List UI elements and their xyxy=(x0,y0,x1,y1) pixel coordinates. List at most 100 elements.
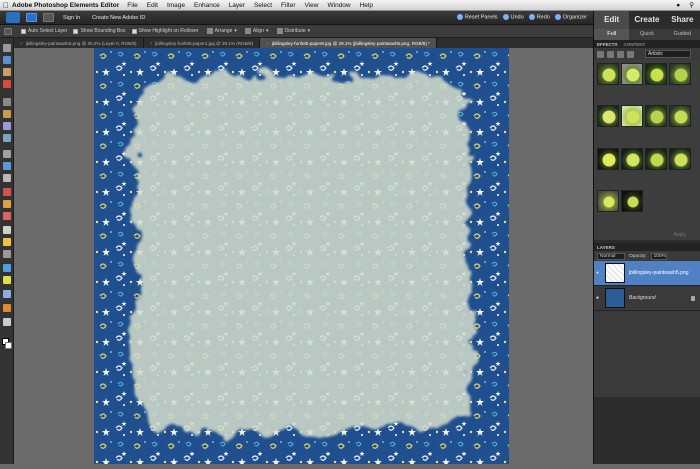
arrange-button[interactable]: Arrange ▾ xyxy=(206,28,237,34)
zoom-tool-icon[interactable] xyxy=(3,56,11,64)
apple-icon[interactable]:  xyxy=(0,1,12,10)
paint-bucket-tool-icon[interactable] xyxy=(3,264,11,272)
magic-wand-tool-icon[interactable] xyxy=(3,122,11,130)
home-screen-icon[interactable] xyxy=(26,13,37,22)
workspace-layout-icon[interactable] xyxy=(43,13,54,22)
menu-enhance[interactable]: Enhance xyxy=(194,2,220,9)
tab-paintwash5[interactable]: × jbillingsley-paintwash5.png @ 30.2% (La… xyxy=(14,38,144,48)
clone-stamp-tool-icon[interactable] xyxy=(3,212,11,220)
menu-window[interactable]: Window xyxy=(327,2,350,9)
menu-layer[interactable]: Layer xyxy=(229,2,245,9)
effect-thumbnail[interactable] xyxy=(645,147,667,170)
effect-thumbnail[interactable] xyxy=(669,105,691,128)
blur-tool-icon[interactable] xyxy=(3,304,11,312)
effect-thumbnail[interactable] xyxy=(597,147,619,170)
bounding-box-option[interactable]: Show Bounding Box xyxy=(73,28,126,34)
gradient-tool-icon[interactable] xyxy=(3,276,11,284)
distribute-button[interactable]: Distribute ▾ xyxy=(276,28,310,34)
close-icon[interactable]: × xyxy=(266,41,269,46)
menu-view[interactable]: View xyxy=(305,2,319,9)
red-eye-tool-icon[interactable] xyxy=(3,188,11,196)
effect-thumbnail[interactable] xyxy=(645,105,667,128)
lasso-tool-icon[interactable] xyxy=(3,110,11,118)
tab-funfetti-paper1[interactable]: × jbillingsley-funfetti-paper1.jpg @ 29.1… xyxy=(144,38,261,48)
close-icon[interactable]: × xyxy=(150,41,153,46)
effect-thumbnail[interactable] xyxy=(597,189,619,212)
healing-brush-tool-icon[interactable] xyxy=(3,200,11,208)
app-name[interactable]: Adobe Photoshop Elements Editor xyxy=(12,2,119,9)
selection-brush-tool-icon[interactable] xyxy=(3,134,11,142)
sign-in-link[interactable]: Sign In xyxy=(63,15,80,21)
background-color-swatch[interactable] xyxy=(5,342,12,349)
cookie-cutter-tool-icon[interactable] xyxy=(3,162,11,170)
eye-icon[interactable]: ● xyxy=(596,295,602,301)
smart-brush-tool-icon[interactable] xyxy=(3,250,11,258)
layer-styles-category-icon[interactable] xyxy=(607,50,614,58)
blend-mode-select[interactable]: Normal xyxy=(597,252,625,260)
document-canvas[interactable] xyxy=(94,48,509,464)
eye-icon[interactable]: ● xyxy=(596,270,602,276)
pse-logo-icon xyxy=(6,12,20,23)
funfetti-paper-artwork xyxy=(94,48,509,464)
layer-row-background[interactable]: ● Background xyxy=(594,286,700,311)
auto-select-checkbox[interactable] xyxy=(21,28,26,34)
effect-thumbnail[interactable] xyxy=(621,189,643,212)
menu-select[interactable]: Select xyxy=(254,2,272,9)
all-effects-category-icon[interactable] xyxy=(627,50,634,58)
create-adobe-id-link[interactable]: Create New Adobe ID xyxy=(92,15,145,21)
crop-tool-icon[interactable] xyxy=(3,150,11,158)
marquee-tool-icon[interactable] xyxy=(3,98,11,106)
bounding-box-checkbox[interactable] xyxy=(73,28,79,34)
effect-thumbnail[interactable] xyxy=(645,63,667,85)
opacity-field[interactable]: 100% xyxy=(650,252,667,260)
menu-filter[interactable]: Filter xyxy=(281,2,295,9)
close-icon[interactable]: × xyxy=(20,41,23,46)
apply-button[interactable]: Apply xyxy=(594,230,700,240)
organizer-button[interactable]: Organizer xyxy=(554,14,587,21)
auto-select-layer-option[interactable]: Auto Select Layer xyxy=(21,28,67,34)
tab-full[interactable]: Full xyxy=(594,29,630,40)
highlight-option[interactable]: Show Highlight on Rollover xyxy=(131,28,199,34)
eraser-tool-icon[interactable] xyxy=(3,226,11,234)
layer-row-paintwash[interactable]: ● jbillingsley-paintwash5.png xyxy=(594,261,700,286)
tab-edit[interactable]: Edit xyxy=(594,11,630,29)
search-icon[interactable]: ⚲ xyxy=(689,1,694,9)
tab-effects[interactable]: EFFECTS xyxy=(597,42,618,47)
straighten-tool-icon[interactable] xyxy=(3,174,11,182)
effect-thumbnail[interactable] xyxy=(621,63,643,85)
tab-share[interactable]: Share xyxy=(665,11,700,29)
effect-thumbnail[interactable] xyxy=(597,63,619,85)
canvas-area[interactable] xyxy=(14,48,593,464)
menu-help[interactable]: Help xyxy=(360,2,373,9)
filters-category-icon[interactable] xyxy=(597,50,604,58)
tab-quick[interactable]: Quick xyxy=(629,29,665,40)
hand-tool-icon[interactable] xyxy=(3,68,11,76)
tab-content[interactable]: CONTENT xyxy=(624,42,646,47)
highlight-checkbox[interactable] xyxy=(131,28,137,34)
eyedropper-tool-icon[interactable] xyxy=(3,80,11,88)
menu-image[interactable]: Image xyxy=(167,2,185,9)
move-tool-icon[interactable] xyxy=(3,44,11,52)
effect-thumbnail[interactable] xyxy=(669,147,691,170)
menu-file[interactable]: File xyxy=(127,2,137,9)
brush-tool-icon[interactable] xyxy=(3,238,11,246)
effect-thumbnail[interactable] xyxy=(597,105,619,128)
tab-funfetti-paper8[interactable]: × jbillingsley-funfetti-paper8.jpg @ 29.1… xyxy=(260,38,437,48)
tab-guided[interactable]: Guided xyxy=(664,29,700,40)
photo-effects-category-icon[interactable] xyxy=(617,50,624,58)
reset-panels-label: Reset Panels xyxy=(464,14,498,21)
redo-button[interactable]: Redo xyxy=(528,14,550,21)
chevron-down-icon: ▾ xyxy=(266,28,269,34)
effect-thumbnail[interactable] xyxy=(621,147,643,170)
reset-panels-button[interactable]: Reset Panels xyxy=(456,14,498,21)
effects-filter-select[interactable]: Artistic xyxy=(645,50,691,58)
effect-thumbnail[interactable] xyxy=(669,63,691,85)
shape-tool-icon[interactable] xyxy=(3,290,11,298)
menu-edit[interactable]: Edit xyxy=(147,2,158,9)
align-button[interactable]: Align ▾ xyxy=(244,28,269,34)
sponge-tool-icon[interactable] xyxy=(3,318,11,326)
effect-thumbnail[interactable] xyxy=(621,105,643,128)
tab-create[interactable]: Create xyxy=(629,11,664,29)
wifi-icon[interactable]: ● xyxy=(676,2,680,9)
undo-button[interactable]: Undo xyxy=(502,14,524,21)
